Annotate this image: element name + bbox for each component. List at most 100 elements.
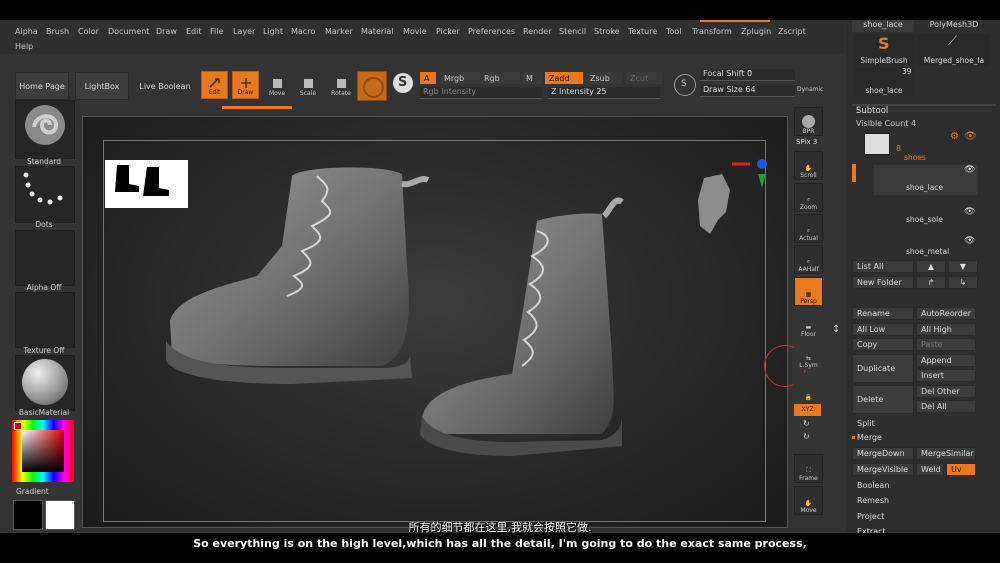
- merge-down-button[interactable]: MergeDown: [852, 447, 914, 460]
- menu-light[interactable]: Light: [263, 27, 283, 36]
- uv-toggle[interactable]: Uv: [946, 463, 976, 476]
- subtool-item-shoe-sole[interactable]: shoe_sole 👁: [874, 197, 978, 227]
- split-section[interactable]: Split: [852, 417, 976, 430]
- all-low-button[interactable]: All Low: [852, 323, 914, 336]
- visibility-eye-icon[interactable]: 👁: [964, 131, 977, 142]
- lock-button[interactable]: 🔒: [794, 373, 823, 402]
- menu-draw[interactable]: Draw: [156, 27, 177, 36]
- copy-button[interactable]: Copy: [852, 338, 914, 351]
- rename-button[interactable]: Rename: [852, 307, 914, 320]
- scroll-button[interactable]: ✋ Scroll: [794, 151, 823, 180]
- insert-button[interactable]: Insert: [916, 369, 976, 382]
- rgb-toggle[interactable]: Rgb: [480, 72, 520, 84]
- resize-handle-icon[interactable]: ↕: [832, 324, 840, 335]
- arrow-up-icon[interactable]: ↱: [916, 276, 946, 289]
- menu-preferences[interactable]: Preferences: [468, 27, 515, 36]
- merge-visible-button[interactable]: MergeVisible: [852, 463, 914, 476]
- merged-tool[interactable]: ⟋ Merged_shoe_la: [918, 34, 990, 66]
- m-toggle[interactable]: M: [522, 72, 542, 84]
- persp-button[interactable]: ▦ Persp: [794, 277, 823, 306]
- color-picker[interactable]: [12, 420, 74, 482]
- rotate-y-icon[interactable]: ↻: [803, 419, 810, 428]
- arrow-down-icon[interactable]: ↳: [948, 276, 978, 289]
- rgb-intensity-slider[interactable]: Rgb Intensity: [420, 87, 542, 99]
- subtool-item-shoes[interactable]: shoes: [860, 152, 978, 164]
- zsub-toggle[interactable]: Zsub: [586, 72, 622, 84]
- stroke-tile[interactable]: [15, 166, 75, 223]
- menu-material[interactable]: Material: [361, 27, 394, 36]
- autoreorder-button[interactable]: AutoReorder: [916, 307, 976, 320]
- brush-tile[interactable]: [15, 100, 75, 159]
- all-high-button[interactable]: All High: [916, 323, 976, 336]
- move-down-icon[interactable]: ▼: [948, 260, 978, 273]
- menu-stroke[interactable]: Stroke: [594, 27, 620, 36]
- menu-macro[interactable]: Macro: [291, 27, 315, 36]
- live-boolean-button[interactable]: Live Boolean: [134, 72, 196, 100]
- shoe-lace-tool[interactable]: 39 shoe_lace: [854, 67, 914, 96]
- spix-control[interactable]: SPix 3: [796, 138, 817, 146]
- simplebrush-tool[interactable]: S SimpleBrush: [854, 34, 914, 66]
- paste-button[interactable]: Paste: [916, 338, 976, 351]
- local-symmetry-button[interactable]: ⇆ L.Sym: [794, 341, 823, 370]
- polymesh3d-tool[interactable]: PolyMesh3D: [918, 20, 990, 32]
- subtool-item-shoe-metal[interactable]: shoe_metal 👁: [874, 228, 978, 258]
- lightbox-button[interactable]: LightBox: [75, 72, 129, 100]
- draw-size-slider[interactable]: Draw Size 64: [700, 85, 795, 97]
- subtool-shoe-lace-eye-icon[interactable]: 👁: [964, 165, 975, 175]
- xyz-toggle[interactable]: XYZ: [794, 404, 821, 416]
- menu-transform[interactable]: Transform: [692, 27, 732, 36]
- frame-button[interactable]: ⛶ Frame: [794, 454, 823, 483]
- actual-button[interactable]: ⌕ Actual: [794, 214, 823, 243]
- boolean-section[interactable]: Boolean: [852, 479, 976, 492]
- color-picker-field[interactable]: [22, 430, 64, 472]
- delete-button[interactable]: Delete: [852, 385, 914, 414]
- zoom-button[interactable]: ⌕ Zoom: [794, 183, 823, 212]
- menu-color[interactable]: Color: [78, 27, 99, 36]
- menu-layer[interactable]: Layer: [233, 27, 255, 36]
- edit-button[interactable]: Edit: [201, 71, 228, 99]
- a-toggle[interactable]: A: [420, 72, 436, 84]
- zadd-toggle[interactable]: Zadd: [545, 72, 583, 84]
- move-view-button[interactable]: ✋ Move: [794, 486, 823, 515]
- lazy-mouse-button[interactable]: S: [674, 74, 696, 96]
- append-button[interactable]: Append: [916, 354, 976, 367]
- menu-zplugin[interactable]: Zplugin: [741, 27, 771, 36]
- focal-shift-slider[interactable]: Focal Shift 0: [700, 69, 795, 81]
- scale-button[interactable]: Scale: [295, 71, 321, 97]
- draw-button[interactable]: Draw: [232, 71, 259, 99]
- z-intensity-slider[interactable]: Z Intensity 25: [548, 87, 660, 99]
- merge-similar-button[interactable]: MergeSimilar: [916, 447, 976, 460]
- menu-marker[interactable]: Marker: [325, 27, 353, 36]
- menu-stencil[interactable]: Stencil: [559, 27, 586, 36]
- current-tool-name[interactable]: shoe_lace: [852, 20, 914, 32]
- home-page-button[interactable]: Home Page: [15, 72, 69, 100]
- duplicate-button[interactable]: Duplicate: [852, 354, 914, 383]
- menu-zscript[interactable]: Zscript: [778, 27, 806, 36]
- subtool-shoe-metal-eye-icon[interactable]: 👁: [964, 236, 975, 246]
- menu-edit[interactable]: Edit: [186, 27, 202, 36]
- zcut-toggle[interactable]: Zcut: [626, 72, 662, 84]
- menu-alpha[interactable]: Alpha: [15, 27, 38, 36]
- menu-file[interactable]: File: [210, 27, 223, 36]
- menu-texture[interactable]: Texture: [628, 27, 657, 36]
- material-tile[interactable]: [15, 355, 75, 411]
- alpha-tile[interactable]: [15, 230, 75, 286]
- merge-section[interactable]: Merge: [857, 433, 882, 442]
- menu-help[interactable]: Help: [15, 42, 33, 51]
- subtool-title[interactable]: Subtool: [856, 106, 888, 116]
- move-up-icon[interactable]: ▲: [916, 260, 946, 273]
- new-folder-button[interactable]: New Folder: [852, 276, 914, 289]
- floor-button[interactable]: ▬ Floor: [794, 310, 823, 339]
- rotate-button[interactable]: Rotate: [328, 71, 354, 97]
- subtool-scrollbar[interactable]: [852, 164, 856, 182]
- bpr-button[interactable]: BPR: [794, 107, 823, 136]
- weld-toggle[interactable]: Weld: [916, 463, 944, 476]
- spotlight-button[interactable]: S: [393, 73, 413, 93]
- rotate-z-icon[interactable]: ↻: [803, 432, 810, 441]
- menu-movie[interactable]: Movie: [403, 27, 427, 36]
- settings-gear-icon[interactable]: ⚙: [950, 131, 959, 142]
- list-all-button[interactable]: List All: [852, 260, 914, 273]
- subtool-item-shoe-lace[interactable]: shoe_lace 👁: [874, 165, 978, 195]
- remesh-section[interactable]: Remesh: [852, 494, 976, 507]
- menu-brush[interactable]: Brush: [46, 27, 69, 36]
